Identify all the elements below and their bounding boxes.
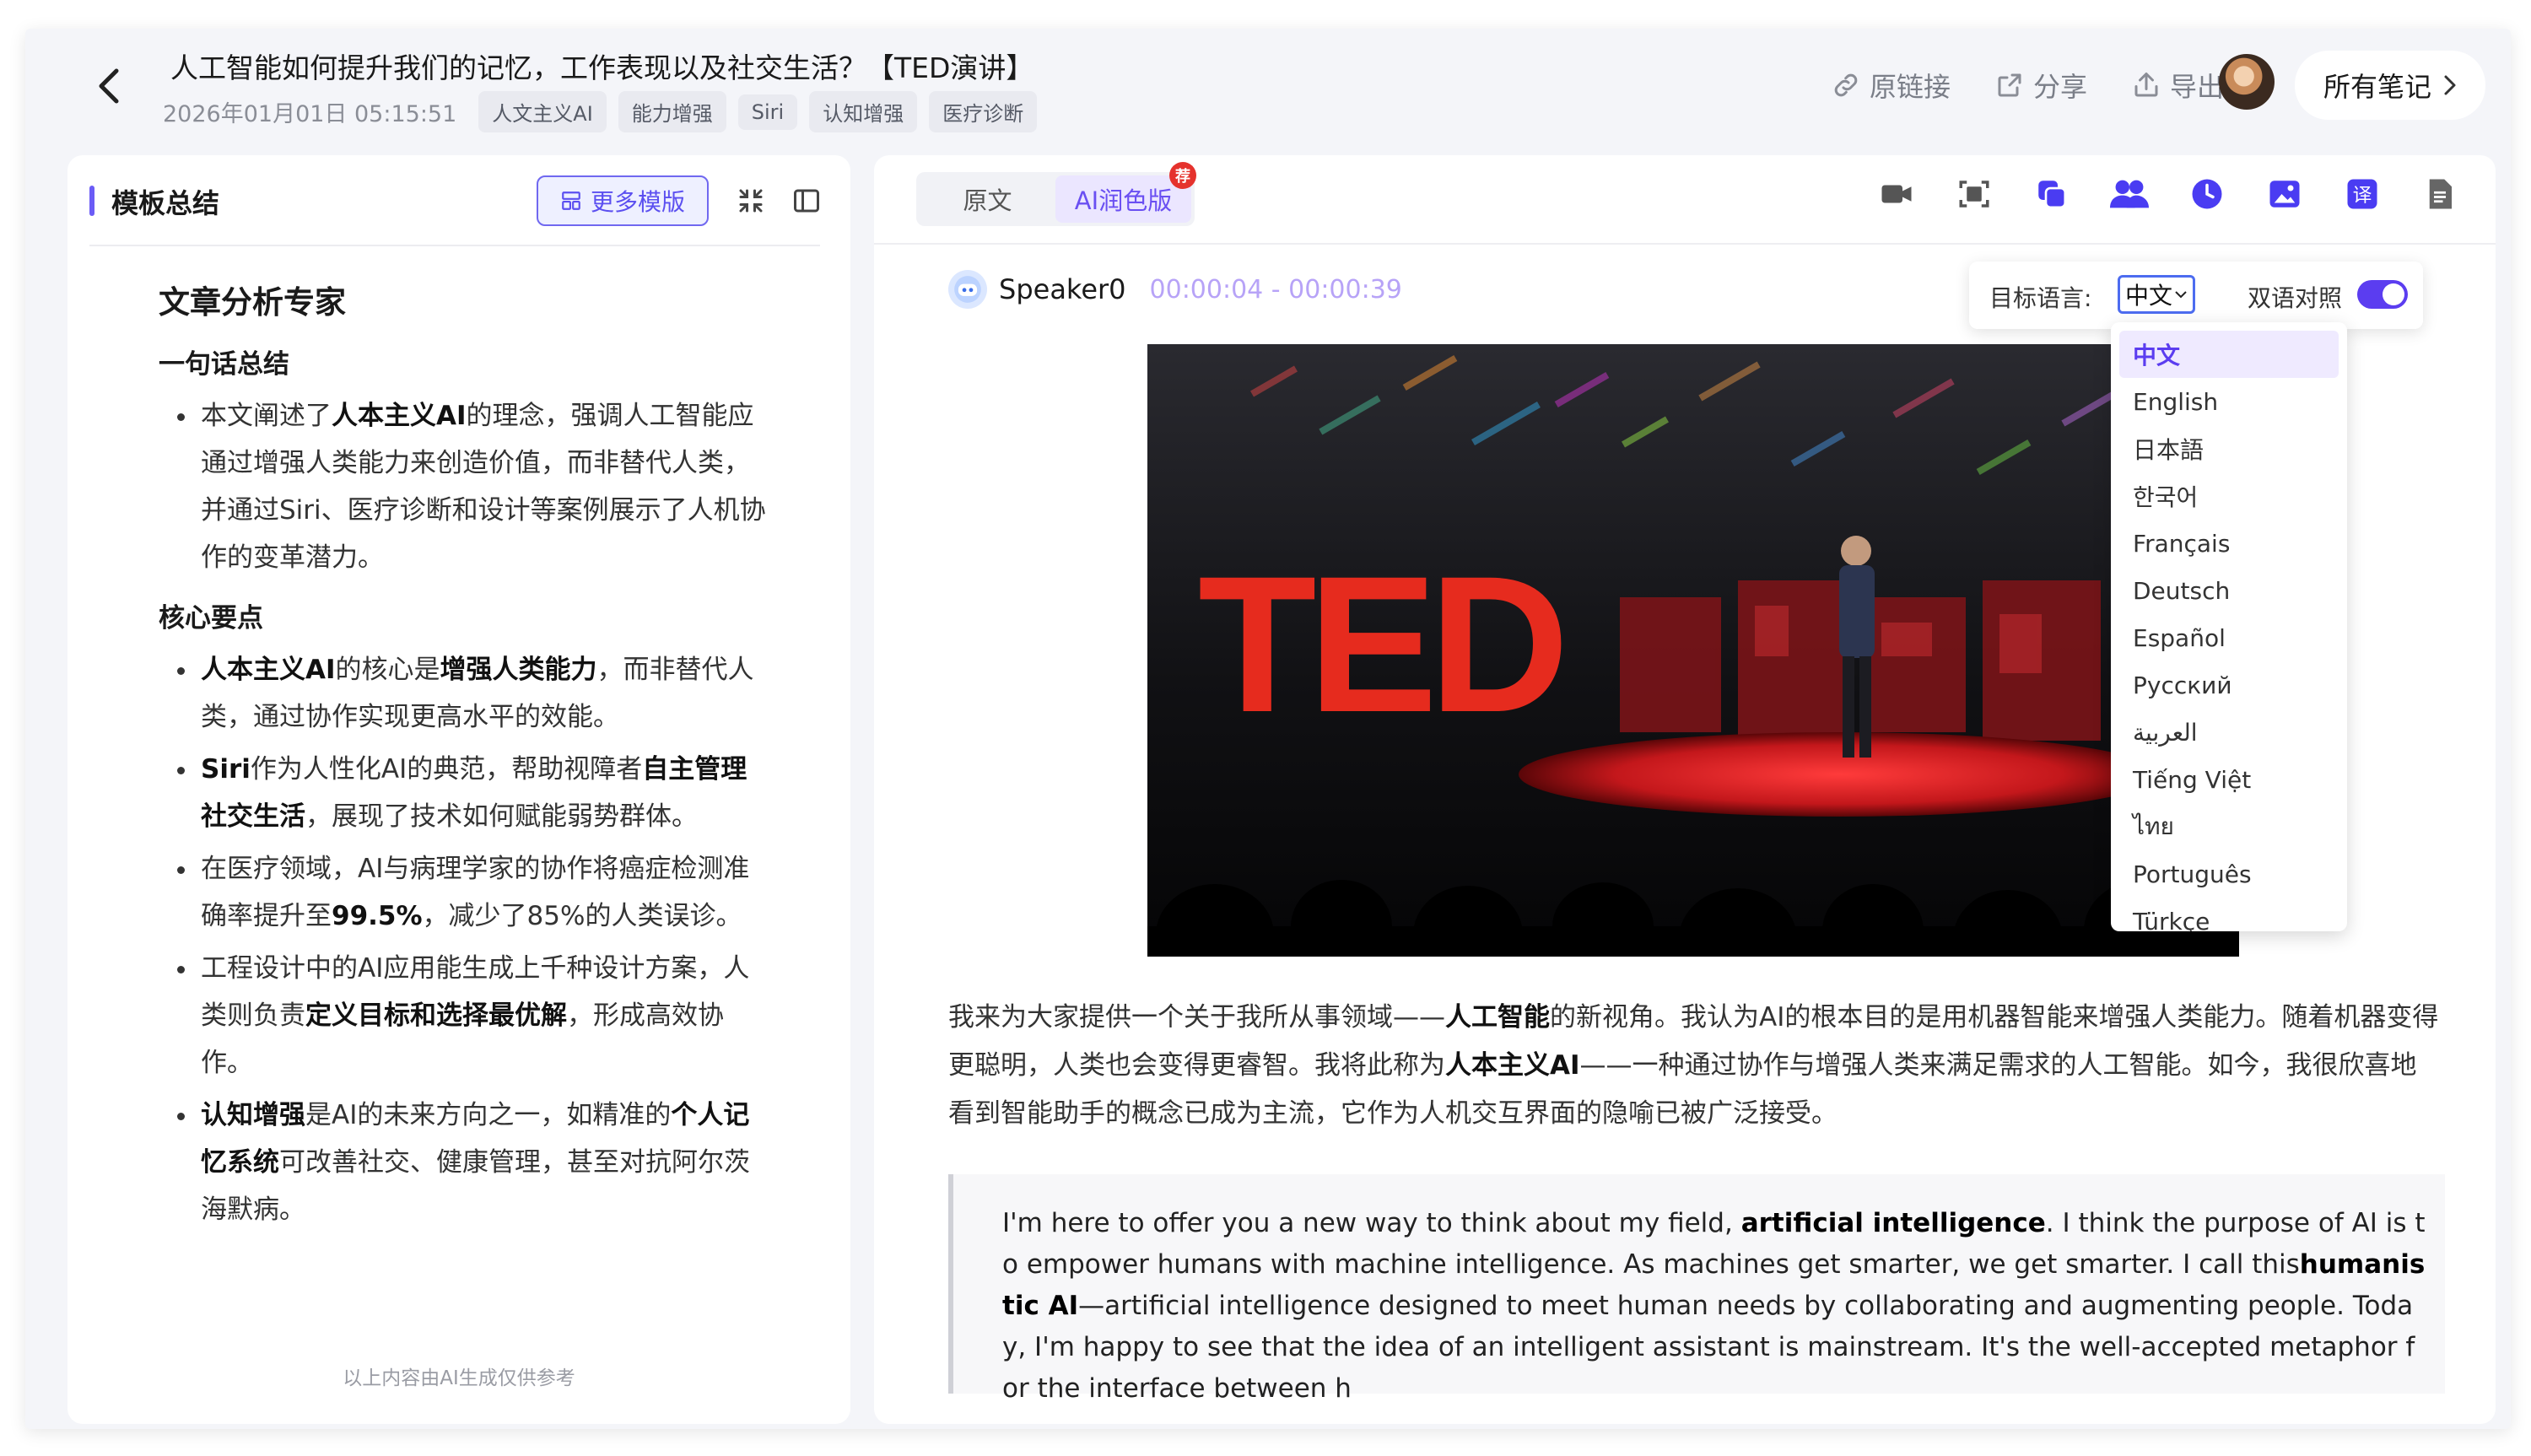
language-option[interactable]: Русский [2119,661,2339,709]
time-range[interactable]: 00:00:04 - 00:00:39 [1150,275,1402,305]
export-button[interactable]: 导出 [2131,66,2224,105]
scan-icon [1959,181,1989,208]
language-option[interactable]: Tiếng Việt [2119,756,2339,803]
note-date: 2026年01月01日 05:15:51 [163,101,457,127]
tag[interactable]: 认知增强 [809,91,918,132]
screenshot-button[interactable] [1952,172,1996,216]
transcript-english-block: I'm here to offer you a new way to think… [948,1174,2445,1404]
list-item: Siri作为人性化AI的典范，帮助视障者自主管理社交生活，展现了技术如何赋能弱势… [159,746,766,840]
tag[interactable]: 人文主义AI [478,91,607,132]
video-player[interactable]: TED [1147,344,2239,957]
timeline-button[interactable] [2185,172,2229,216]
summary-content: 文章分析专家 一句话总结 本文阐述了人本主义AI的理念，强调人工智能应通过增强人… [159,265,766,1238]
list-item: 在医疗领域，AI与病理学家的协作将癌症检测准确率提升至99.5%，减少了85%的… [159,845,766,940]
language-option[interactable]: English [2119,378,2339,425]
ted-logo: TED [1198,536,1562,752]
tag[interactable]: Siri [737,94,798,130]
language-option[interactable]: Español [2119,614,2339,661]
video-frame: TED [1147,344,2239,957]
svg-text:译: 译 [2353,185,2372,207]
language-option[interactable]: Français [2119,520,2339,567]
document-icon [2429,179,2452,209]
image-button[interactable] [2263,172,2307,216]
transcript-chinese: 我来为大家提供一个关于我所从事领域——人工智能的新视角。我认为AI的根本目的是用… [948,1002,2439,1129]
list-item: 工程设计中的AI应用能生成上千种设计方案，人类则负责定义目标和选择最优解，形成高… [159,945,766,1087]
transcript-english: I'm here to offer you a new way to think… [1002,1208,2426,1404]
chevron-left-icon [99,68,119,104]
copy-button[interactable] [2030,172,2074,216]
tag[interactable]: 能力增强 [618,91,726,132]
image-icon [2269,181,2300,208]
language-option[interactable]: 日本語 [2119,425,2339,472]
share-icon [1998,73,2021,97]
video-camera-icon [1881,185,1912,203]
summary-panel-header: 模板总结 更多模版 [67,155,850,245]
users-icon [2110,180,2149,208]
collapse-button[interactable] [731,181,771,221]
template-icon [562,191,580,210]
one-line-summary-heading: 一句话总结 [159,349,289,380]
translate-icon: 译 [2347,179,2377,209]
bilingual-toggle[interactable] [2357,280,2408,309]
language-dropdown: 中文 English 日本語 한국어 Français Deutsch Espa… [2111,322,2347,931]
section-marker [89,186,94,216]
key-points-heading: 核心要点 [159,603,263,634]
user-avatar[interactable] [2219,54,2275,110]
speaker-header: Speaker0 00:00:04 - 00:00:39 [948,270,1402,309]
header: 人工智能如何提升我们的记忆，工作表现以及社交生活？【TED演讲】 2026年01… [25,29,2511,155]
language-option[interactable]: Português [2119,850,2339,898]
upload-icon [2134,73,2158,97]
language-option[interactable]: ไทย [2119,803,2339,850]
language-option[interactable]: 中文 [2119,331,2339,378]
toggle-sidebar-button[interactable] [786,181,827,221]
clock-icon [2192,179,2222,209]
copy-icon [2038,181,2067,209]
target-language-select[interactable]: 中文 [2118,275,2195,314]
share-button[interactable]: 分享 [1994,66,2087,105]
ai-disclaimer: 以上内容由AI生成仅供参考 [343,1367,575,1389]
language-option[interactable]: Deutsch [2119,567,2339,614]
chevron-down-icon [2175,291,2187,299]
chevron-right-icon [2444,75,2456,95]
page-title: 人工智能如何提升我们的记忆，工作表现以及社交生活？【TED演讲】 [170,51,1034,84]
sidebar-icon [794,189,819,213]
speaker-avatar [948,270,987,309]
app-window: 人工智能如何提升我们的记忆，工作表现以及社交生活？【TED演讲】 2026年01… [25,29,2511,1429]
video-button[interactable] [1875,172,1918,216]
robot-icon [954,276,981,303]
translate-button[interactable]: 译 [2340,172,2384,216]
original-link-button[interactable]: 原链接 [1831,66,1951,105]
more-templates-button[interactable]: 更多模版 [537,175,709,226]
language-option[interactable]: 한국어 [2119,472,2339,520]
list-item: 认知增强是AI的未来方向之一，如精准的个人记忆系统可改善社交、健康管理，甚至对抗… [159,1092,766,1233]
all-notes-button[interactable]: 所有笔记 [2295,51,2485,120]
summary-panel-title: 模板总结 [111,187,220,219]
summary-panel: 模板总结 更多模版 文章分析专家 一句话总结 本文阐述了人本主义AI的理念，强调… [67,155,850,1424]
speaker-name[interactable]: Speaker0 [999,273,1126,305]
version-tabs: 原文 AI润色版 [916,172,1195,226]
toolbar: 译 [1875,172,2462,216]
summary-title: 文章分析专家 [159,284,346,321]
tab-original[interactable]: 原文 [920,175,1055,223]
document-button[interactable] [2418,172,2462,216]
back-button[interactable] [83,61,133,111]
speakers-button[interactable] [2107,172,2151,216]
list-item: 人本主义AI的核心是增强人类能力，而非替代人类，通过协作实现更高水平的效能。 [159,646,766,741]
language-option[interactable]: العربية [2119,709,2339,756]
bilingual-label: 双语对照 [2248,284,2343,312]
list-item: 本文阐述了人本主义AI的理念，强调人工智能应通过增强人类能力来创造价值，而非替代… [159,392,766,581]
tag[interactable]: 医疗诊断 [929,91,1038,132]
divider [874,243,2496,245]
link-icon [1834,73,1858,97]
header-actions: 原链接 分享 导出 [1831,66,2224,105]
note-meta: 2026年01月01日 05:15:51 人文主义AI 能力增强 Siri 认知… [163,91,1038,132]
divider [89,245,820,246]
language-option[interactable]: Türkçe [2119,898,2339,932]
translation-settings: 目标语言: 中文 双语对照 [1969,262,2423,329]
minimize-icon [739,189,763,213]
target-language-label: 目标语言: [1989,284,2092,312]
recommended-badge: 荐 [1169,162,1196,189]
